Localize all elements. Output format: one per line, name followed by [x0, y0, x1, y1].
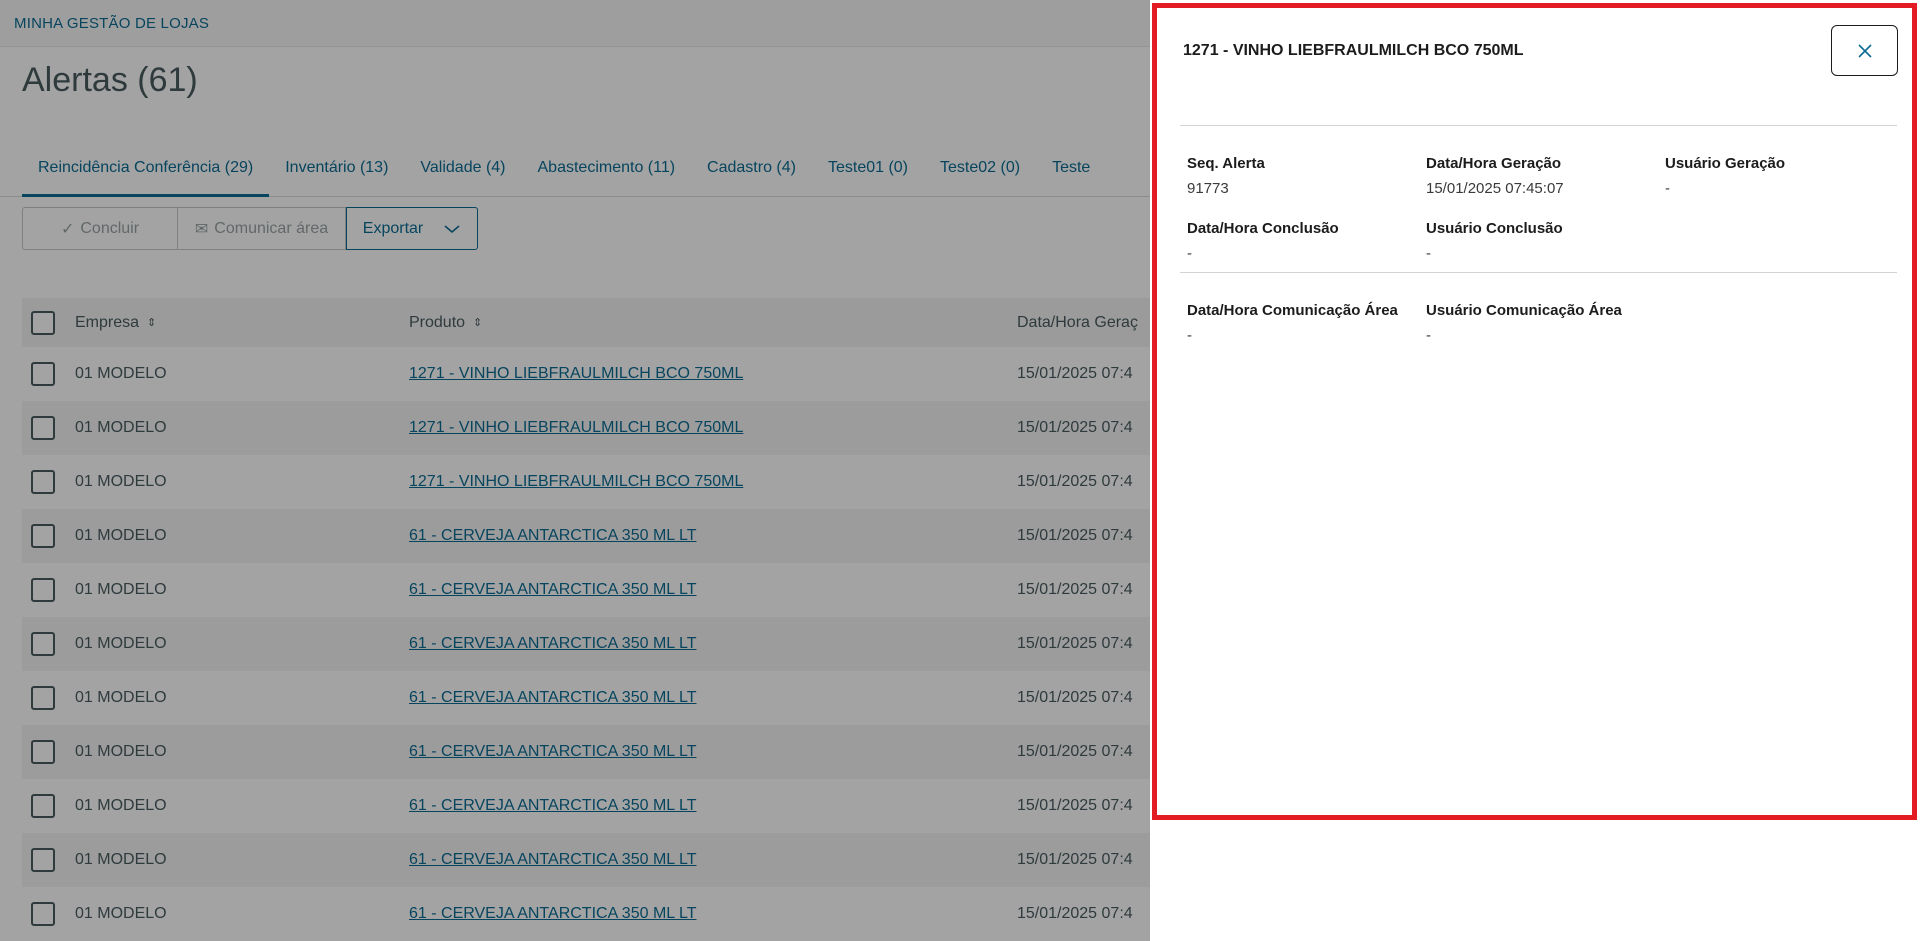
field-usuario-conclusao: Usuário Conclusão -	[1426, 220, 1656, 262]
divider	[1180, 125, 1897, 126]
field-data-conclusao: Data/Hora Conclusão -	[1187, 220, 1417, 262]
modal-overlay[interactable]	[0, 0, 1150, 941]
field-value: 15/01/2025 07:45:07	[1426, 180, 1564, 197]
drawer-title: 1271 - VINHO LIEBFRAULMILCH BCO 750ML	[1183, 42, 1524, 59]
field-value: -	[1187, 327, 1192, 344]
field-label: Data/Hora Geração	[1426, 155, 1562, 172]
field-label: Seq. Alerta	[1187, 155, 1265, 172]
field-data-geracao: Data/Hora Geração 15/01/2025 07:45:07	[1426, 155, 1656, 197]
field-value: -	[1426, 245, 1431, 262]
field-usuario-geracao: Usuário Geração -	[1665, 155, 1895, 197]
field-usuario-comunicacao: Usuário Comunicação Área -	[1426, 302, 1656, 344]
field-seq-alerta: Seq. Alerta 91773	[1187, 155, 1417, 197]
field-label: Data/Hora Conclusão	[1187, 220, 1339, 237]
divider	[1180, 272, 1897, 273]
close-button[interactable]	[1831, 25, 1898, 76]
field-data-comunicacao: Data/Hora Comunicação Área -	[1187, 302, 1417, 344]
field-value: -	[1187, 245, 1192, 262]
field-label: Usuário Conclusão	[1426, 220, 1563, 237]
field-value: -	[1665, 180, 1670, 197]
field-label: Data/Hora Comunicação Área	[1187, 302, 1398, 319]
field-value: -	[1426, 327, 1431, 344]
field-label: Usuário Comunicação Área	[1426, 302, 1622, 319]
drawer-highlight-frame: 1271 - VINHO LIEBFRAULMILCH BCO 750ML Se…	[1152, 3, 1917, 820]
alert-detail-drawer: 1271 - VINHO LIEBFRAULMILCH BCO 750ML Se…	[1150, 0, 1920, 941]
field-value: 91773	[1187, 180, 1229, 197]
field-label: Usuário Geração	[1665, 155, 1786, 172]
close-icon	[1857, 43, 1872, 58]
